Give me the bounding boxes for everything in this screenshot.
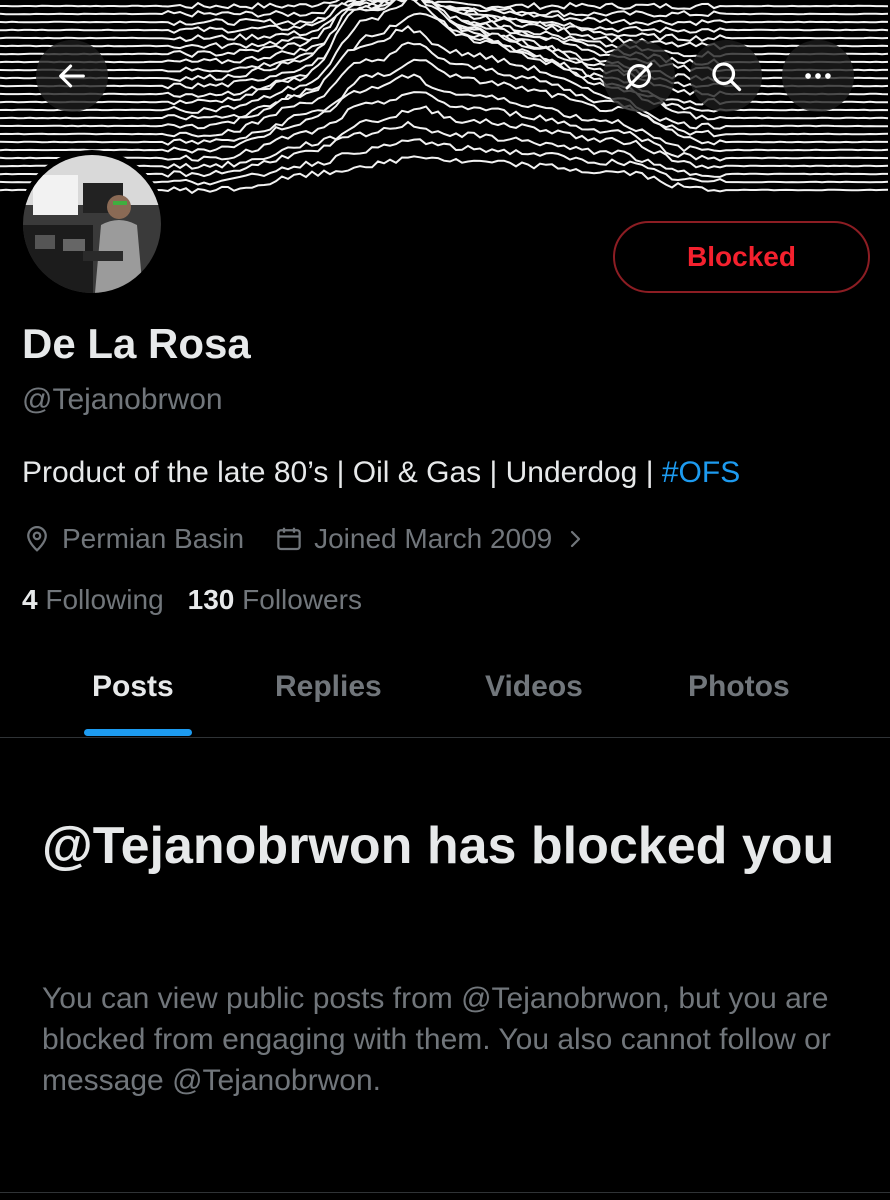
divider <box>0 1192 890 1193</box>
active-tab-indicator <box>84 729 192 736</box>
followers-link[interactable]: 130 Followers <box>188 584 362 615</box>
back-button[interactable] <box>36 40 108 112</box>
following-count: 4 <box>22 584 38 615</box>
more-button[interactable] <box>782 40 854 112</box>
username-handle: @Tejanobrwon <box>22 383 223 416</box>
calendar-icon <box>274 524 304 554</box>
tab-videos[interactable]: Videos <box>485 670 583 704</box>
bio-hashtag-link[interactable]: #OFS <box>662 456 740 489</box>
follow-stats: 4 Following 130 Followers <box>22 584 362 616</box>
profile-meta: Permian Basin Joined March 2009 <box>22 519 586 559</box>
bio-text: Product of the late 80’s | Oil & Gas | U… <box>22 456 662 489</box>
location-text: Permian Basin <box>62 523 245 554</box>
tab-replies[interactable]: Replies <box>275 670 382 704</box>
grok-button[interactable] <box>603 40 675 112</box>
display-name: De La Rosa <box>22 320 251 367</box>
avatar[interactable] <box>18 150 166 298</box>
more-dots-icon <box>805 73 831 79</box>
search-icon <box>712 62 742 92</box>
bio: Product of the late 80’s | Oil & Gas | U… <box>22 456 740 490</box>
grok-icon <box>625 62 653 90</box>
blocked-button[interactable]: Blocked <box>613 221 870 293</box>
chevron-right-icon[interactable] <box>566 527 586 551</box>
following-label: Following <box>45 584 164 615</box>
arrow-left-icon <box>59 64 85 88</box>
tab-posts[interactable]: Posts <box>92 670 174 704</box>
tab-photos[interactable]: Photos <box>688 670 790 704</box>
profile-tabs: Posts Replies Videos Photos <box>0 660 890 738</box>
search-button[interactable] <box>690 40 762 112</box>
location-pin-icon <box>22 524 52 554</box>
blocked-button-label: Blocked <box>687 241 796 272</box>
blocked-notice-title: @Tejanobrwon has blocked you <box>42 817 835 875</box>
avatar-image <box>23 155 161 293</box>
followers-label: Followers <box>242 584 362 615</box>
joined-date: Joined March 2009 <box>314 523 553 554</box>
followers-count: 130 <box>187 584 235 615</box>
blocked-notice-description: You can view public posts from @Tejanobr… <box>42 982 831 1097</box>
following-link[interactable]: 4 Following <box>22 584 164 615</box>
